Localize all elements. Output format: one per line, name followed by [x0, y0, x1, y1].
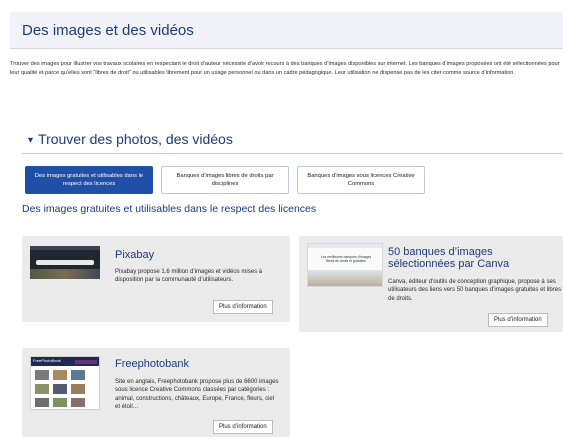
canva-thumbnail: Les meilleures banques d’images libres d… [307, 243, 383, 287]
card-description: Site en anglais, Freephotobank propose p… [115, 379, 279, 411]
pixabay-thumbnail [30, 246, 100, 279]
freephotobank-thumbnail: FreePhotoBank [30, 356, 100, 410]
more-info-button[interactable]: Plus d’information [213, 420, 273, 434]
section-toggle[interactable]: ▾ Trouver des photos, des vidéos [28, 131, 233, 147]
more-info-button[interactable]: Plus d’information [488, 313, 548, 327]
tab-label: Banques d’images sous licences Creative … [307, 173, 415, 187]
intro-text: Trouver des images pour illustrer vos tr… [10, 61, 560, 76]
card-freephotobank: FreePhotoBank Freephotobank Site en angl… [22, 348, 290, 437]
tab-panel-heading: Des images gratuites et utilisables dans… [22, 203, 317, 215]
card-title: 50 banques d’images sélectionnées par Ca… [388, 246, 510, 270]
more-info-button[interactable]: Plus d’information [213, 300, 273, 314]
tab-label: Banques d’images libres de droits par di… [176, 173, 274, 187]
page-title: Des images et des vidéos [22, 22, 194, 39]
card-canva: Les meilleures banques d’images libres d… [299, 236, 563, 332]
card-description: Pixabay propose 1.6 million d’images et … [115, 269, 263, 284]
tab-banques-disciplines[interactable]: Banques d’images libres de droits par di… [161, 166, 289, 194]
thumb-brand: FreePhotoBank [33, 358, 61, 363]
section-heading: Trouver des photos, des vidéos [38, 131, 233, 147]
tab-images-gratuites[interactable]: Des images gratuites et utilisables dans… [25, 166, 153, 194]
card-description: Canva, éditeur d’outils de conception gr… [388, 279, 562, 302]
thumb-heading: Les meilleures banques d’images libres d… [320, 255, 372, 263]
card-title: Freephotobank [115, 358, 189, 370]
page: Des images et des vidéos Trouver des ima… [0, 0, 563, 441]
tab-creative-commons[interactable]: Banques d’images sous licences Creative … [297, 166, 425, 194]
section-divider [22, 153, 563, 154]
tab-label: Des images gratuites et utilisables dans… [34, 173, 144, 187]
caret-down-icon: ▾ [28, 135, 34, 146]
card-title: Pixabay [115, 249, 155, 261]
card-pixabay: Pixabay Pixabay propose 1.6 million d’im… [22, 236, 290, 322]
